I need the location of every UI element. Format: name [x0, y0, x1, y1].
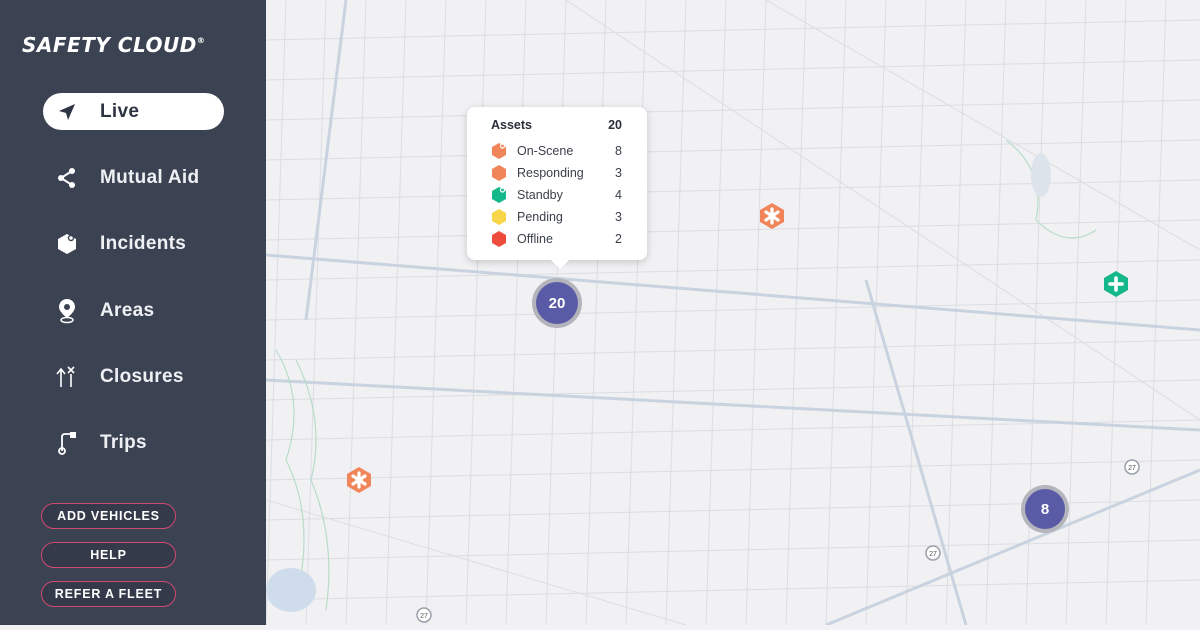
- on-scene-status-icon: [492, 143, 506, 159]
- closure-arrows-icon: [55, 365, 79, 389]
- status-label: On-Scene: [517, 144, 574, 158]
- status-row-standby[interactable]: Standby 4: [491, 185, 622, 205]
- status-row-offline[interactable]: Offline 2: [491, 229, 622, 249]
- nav-item-trips[interactable]: Trips: [43, 424, 224, 461]
- location-pin-icon: [55, 298, 79, 323]
- medical-cross-icon: [1104, 271, 1128, 297]
- status-label: Offline: [517, 232, 553, 246]
- nav-label-trips: Trips: [100, 431, 147, 453]
- brand-registered-mark: ®: [196, 36, 206, 45]
- pending-status-icon: [492, 209, 506, 225]
- asset-cluster-secondary[interactable]: 8: [1025, 489, 1065, 529]
- brand-logo[interactable]: SAFETY CLOUD®: [22, 33, 205, 57]
- nav-label-areas: Areas: [100, 299, 155, 321]
- status-label: Pending: [517, 210, 563, 224]
- status-count: 3: [615, 166, 622, 180]
- share-icon: [55, 166, 79, 190]
- status-label: Standby: [517, 188, 563, 202]
- status-count: 8: [615, 144, 622, 158]
- status-count: 3: [615, 210, 622, 224]
- responding-asset-marker[interactable]: [759, 202, 785, 230]
- popup-title: Assets: [491, 118, 532, 132]
- assets-popup: Assets 20 On-Scene 8 Responding 3 Standb…: [467, 107, 647, 269]
- road-label-3: 27: [420, 613, 428, 620]
- nav-item-mutual-aid[interactable]: Mutual Aid: [43, 159, 224, 196]
- responding-asset-marker[interactable]: [346, 466, 372, 494]
- refer-a-fleet-button[interactable]: REFER A FLEET: [41, 581, 176, 607]
- highway-shield-icon: 27: [925, 545, 941, 561]
- nav-item-areas[interactable]: Areas: [43, 292, 224, 329]
- standby-status-icon: [492, 187, 506, 203]
- highway-shield-icon: 27: [1124, 459, 1140, 475]
- map-canvas[interactable]: 27 27 27: [265, 0, 1200, 627]
- brand-name: SAFETY CLOUD: [22, 33, 197, 57]
- standby-asset-marker[interactable]: [1103, 270, 1129, 298]
- nav-label-mutual-aid: Mutual Aid: [100, 166, 200, 188]
- trip-route-icon: [55, 431, 79, 455]
- nav-label-closures: Closures: [100, 365, 184, 387]
- popup-total: 20: [608, 118, 622, 132]
- status-row-on-scene[interactable]: On-Scene 8: [491, 141, 622, 161]
- map-streets: 27 27 27: [265, 0, 1200, 627]
- help-button[interactable]: HELP: [41, 542, 176, 568]
- responding-status-icon: [492, 165, 506, 181]
- road-label-2: 27: [929, 551, 937, 558]
- medical-hexagon-icon: [347, 467, 371, 493]
- status-row-pending[interactable]: Pending 3: [491, 207, 622, 227]
- offline-status-icon: [492, 231, 506, 247]
- asset-cluster-main[interactable]: 20: [536, 282, 578, 324]
- status-label: Responding: [517, 166, 584, 180]
- road-label-1: 27: [1128, 465, 1136, 472]
- sidebar: SAFETY CLOUD® Live Mutual Aid Incidents …: [0, 0, 266, 625]
- status-count: 4: [615, 188, 622, 202]
- nav-label-live: Live: [100, 100, 140, 122]
- nav-label-incidents: Incidents: [100, 232, 187, 254]
- medical-hexagon-icon: [760, 203, 784, 229]
- nav-item-incidents[interactable]: Incidents: [43, 225, 224, 262]
- status-count: 2: [615, 232, 622, 246]
- highway-shield-icon: 27: [416, 607, 432, 623]
- status-row-responding[interactable]: Responding 3: [491, 163, 622, 183]
- incident-shield-icon: [55, 232, 79, 256]
- add-vehicles-button[interactable]: ADD VEHICLES: [41, 503, 176, 529]
- popup-header: Assets 20: [491, 118, 622, 132]
- nav-item-live[interactable]: Live: [43, 93, 224, 130]
- navigation-arrow-icon: [55, 100, 79, 124]
- nav-item-closures[interactable]: Closures: [43, 358, 224, 395]
